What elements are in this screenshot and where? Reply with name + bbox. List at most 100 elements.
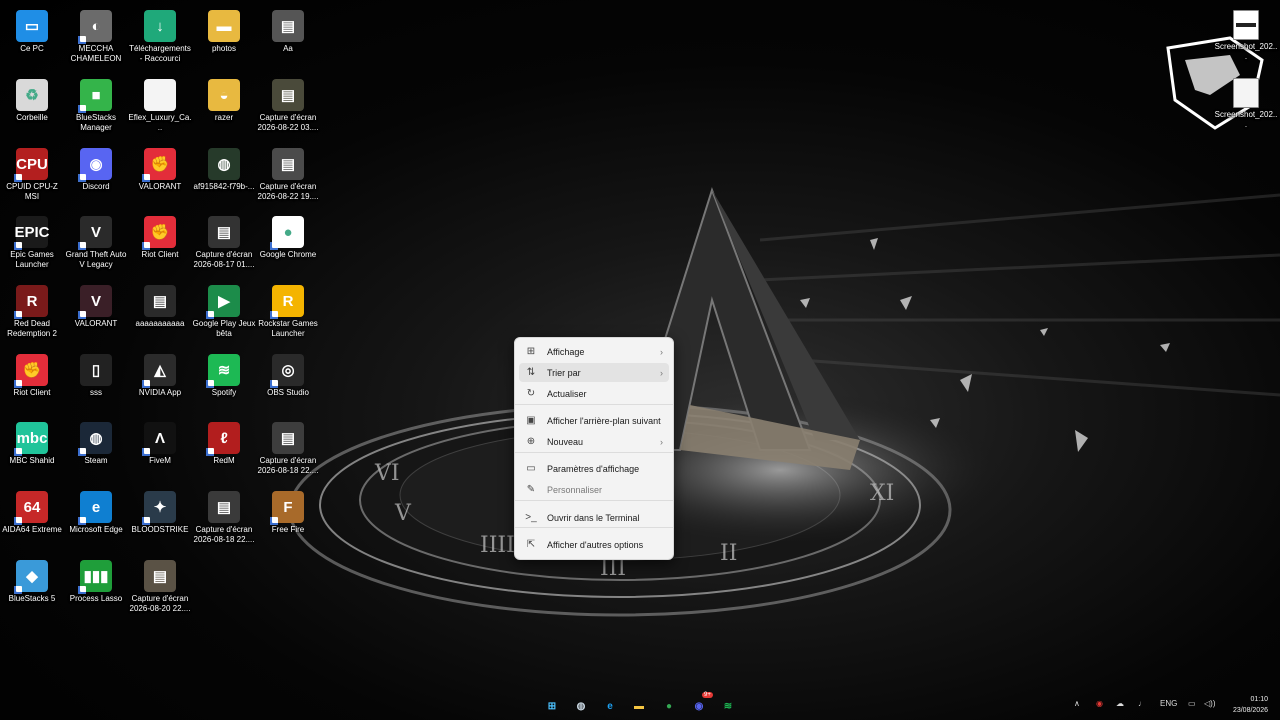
desktop-icon-label: razer (214, 113, 234, 122)
desktop-icon[interactable]: V VALORANT (64, 281, 128, 329)
desktop-icon[interactable]: Eflex_Luxury_Ca... (128, 75, 192, 133)
desktop-icon-label: NVIDIA App (138, 388, 182, 397)
desktop-icon-label: Grand Theft Auto V Legacy (65, 250, 127, 269)
menu-item-nouveau[interactable]: ⊕ Nouveau › (519, 432, 669, 451)
menu-item-personnaliser[interactable]: ✎ Personnaliser (519, 480, 669, 499)
red-tray-icon[interactable]: ◉ (1096, 699, 1103, 708)
discord-notification-badge: 9+ (702, 692, 713, 698)
taskbar-file-explorer-icon[interactable]: ▬ (630, 697, 648, 715)
desktop-icon[interactable]: ✊ Riot Client (128, 212, 192, 260)
steam-icon: ◍ (78, 422, 112, 456)
menu-item-arriere-plan-suivant[interactable]: ▣ Afficher l'arrière-plan suivant (519, 411, 669, 430)
volume-icon[interactable]: ◁)) (1204, 699, 1215, 708)
desktop-icon[interactable]: ▤ Aa (256, 6, 320, 54)
menu-item-label: Nouveau (547, 436, 584, 447)
desktop-icon[interactable]: ▤ Capture d'écran 2026-08-22 19.... (256, 144, 320, 202)
taskbar-discord-icon[interactable]: ◉ (690, 697, 708, 715)
desktop-icon[interactable]: ↓ Téléchargements - Raccourci (128, 6, 192, 64)
desktop-icon[interactable]: ◍ af915842-f79b-... (192, 144, 256, 192)
desktop-icon[interactable]: ◉ Discord (64, 144, 128, 192)
desktop-icon[interactable]: ▯ sss (64, 350, 128, 398)
taskbar-start-icon[interactable]: ⊞ (543, 697, 561, 715)
desktop-icon-label: Capture d'écran 2026-08-18 22.... (257, 456, 319, 475)
onedrive-tray-icon[interactable]: ☁ (1116, 699, 1124, 708)
desktop-icon[interactable]: ✦ BLOODSTRIKE (128, 487, 192, 535)
riot-icon: ✊ (142, 148, 176, 182)
desktop-icon[interactable]: ▤ aaaaaaaaaaa (128, 281, 192, 329)
menu-item-affichage[interactable]: ⊞ Affichage › (519, 342, 669, 361)
desktop-icon[interactable]: ▤ Capture d'écran 2026-08-18 22.... (256, 418, 320, 476)
desktop-icon[interactable]: V Grand Theft Auto V Legacy (64, 212, 128, 270)
taskbar-steam-icon[interactable]: ◍ (572, 697, 590, 715)
menu-item-label: Paramètres d'affichage (547, 463, 640, 474)
process-lasso-icon: ▮▮▮ (78, 560, 112, 594)
menu-item-ouvrir-terminal[interactable]: >_ Ouvrir dans le Terminal (519, 508, 669, 527)
menu-item-actualiser[interactable]: ↻ Actualiser (519, 384, 669, 403)
desktop-icon-label: Capture d'écran 2026-08-17 01.... (193, 250, 255, 269)
taskbar-chrome-icon[interactable]: ● (660, 697, 678, 715)
desktop-icon[interactable]: ◐ MECCHA CHAMELEON (64, 6, 128, 64)
bloodstrike-icon: ✦ (142, 491, 176, 525)
desktop-icon[interactable]: R Red Dead Redemption 2 (0, 281, 64, 339)
desktop-icon[interactable]: ≋ Spotify (192, 350, 256, 398)
desktop-icon[interactable]: ♻ Corbeille (0, 75, 64, 123)
desktop-icon[interactable]: ◒ razer (192, 75, 256, 123)
obs-icon: ◎ (270, 354, 304, 388)
actualiser-icon: ↻ (526, 388, 536, 399)
desktop-icon[interactable]: mbc MBC Shahid (0, 418, 64, 466)
edge-icon: e (78, 491, 112, 525)
desktop-icon-label: Riot Client (141, 250, 179, 259)
desktop-file-screenshot-2[interactable]: Screenshot_202... (1214, 74, 1278, 130)
desktop-icon[interactable]: ▤ Capture d'écran 2026-08-22 03.... (256, 75, 320, 133)
svg-text:XI: XI (870, 481, 894, 506)
desktop-icon[interactable]: ◆ BlueStacks 5 (0, 556, 64, 604)
discord-icon: ◉ (78, 148, 112, 182)
desktop-icon[interactable]: 64 AIDA64 Extreme (0, 487, 64, 535)
desktop-icon[interactable]: ▤ Capture d'écran 2026-08-17 01.... (192, 212, 256, 270)
svg-text:IIII: IIII (480, 533, 515, 558)
autres-options-icon: ⇱ (526, 539, 536, 550)
taskbar-edge-icon[interactable]: e (601, 697, 619, 715)
desktop-icon[interactable]: EPIC Epic Games Launcher (0, 212, 64, 270)
desktop-icon-label: Google Chrome (259, 250, 317, 259)
taskbar-clock[interactable]: 01:10 23/08/2026 (1233, 694, 1268, 716)
cloud-tray-icon[interactable]: ♩ (1138, 699, 1146, 708)
desktop-icon[interactable]: CPU CPUID CPU-Z MSI (0, 144, 64, 202)
menu-item-trier-par[interactable]: ⇅ Trier par › (519, 363, 669, 382)
desktop-icon[interactable]: F Free Fire (256, 487, 320, 535)
riot-icon: ✊ (142, 216, 176, 250)
nvidia-icon: ◭ (142, 354, 176, 388)
desktop-icon[interactable]: ◎ OBS Studio (256, 350, 320, 398)
desktop-icon[interactable]: ✊ Riot Client (0, 350, 64, 398)
desktop-icon[interactable]: ◭ NVIDIA App (128, 350, 192, 398)
desktop-file-screenshot-1[interactable]: Screenshot_202... (1214, 6, 1278, 62)
desktop-icon[interactable]: Λ FiveM (128, 418, 192, 466)
desktop-icon[interactable]: ▤ Capture d'écran 2026-08-20 22.... (128, 556, 192, 614)
desktop-icon[interactable]: R Rockstar Games Launcher (256, 281, 320, 339)
menu-item-parametres-affichage[interactable]: ▭ Paramètres d'affichage (519, 459, 669, 478)
desktop-icon[interactable]: ▮▮▮ Process Lasso (64, 556, 128, 604)
desktop-icon[interactable]: ℓ RedM (192, 418, 256, 466)
desktop-icon-label: sss (90, 388, 102, 397)
desktop-icon[interactable]: ▭ Ce PC (0, 6, 64, 54)
desktop-icon[interactable]: ◍ Steam (64, 418, 128, 466)
desktop-icon-label: Red Dead Redemption 2 (7, 319, 57, 338)
desktop-icon[interactable]: ▶ Google Play Jeux bêta (192, 281, 256, 339)
desktop-icon[interactable]: e Microsoft Edge (64, 487, 128, 535)
show-hidden-icons-chevron[interactable]: ∧ (1074, 699, 1080, 708)
desktop-icon[interactable]: ✊ VALORANT (128, 144, 192, 192)
svg-text:II: II (720, 541, 737, 566)
language-indicator[interactable]: ENG (1160, 699, 1177, 708)
taskbar-spotify-icon[interactable]: ≋ (719, 697, 737, 715)
menu-separator (515, 452, 673, 453)
menu-item-label: Trier par (547, 367, 581, 378)
desktop-icon[interactable]: ● Google Chrome (256, 212, 320, 260)
desktop-icon-label: Ce PC (20, 44, 44, 53)
desktop-icon[interactable]: ■ BlueStacks Manager (64, 75, 128, 133)
desktop-icon-label: Spotify (211, 388, 237, 397)
desktop-icon[interactable]: ▬ photos (192, 6, 256, 54)
desktop-icon[interactable]: ▤ Capture d'écran 2026-08-18 22.... (192, 487, 256, 545)
display-tray-icon[interactable]: ▭ (1188, 699, 1196, 708)
menu-item-autres-options[interactable]: ⇱ Afficher d'autres options (519, 535, 669, 554)
chevron-right-icon: › (660, 436, 663, 447)
